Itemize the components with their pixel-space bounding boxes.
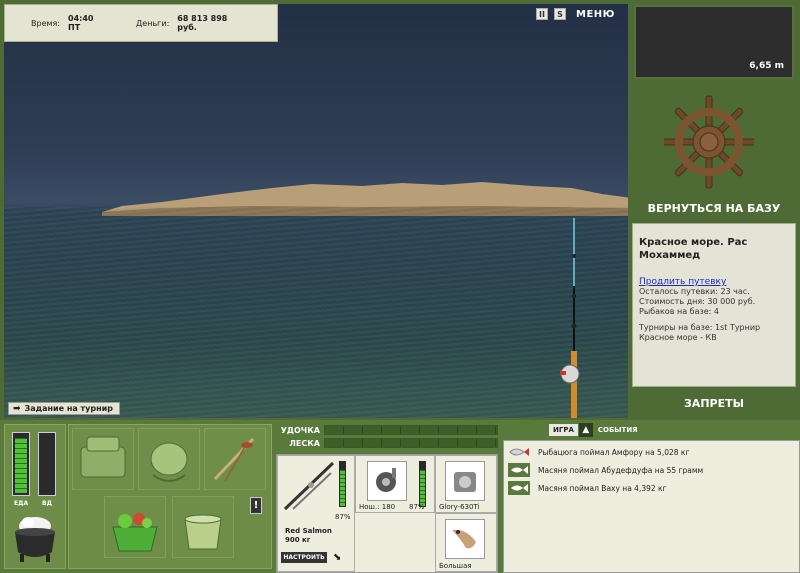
anglers-count: Рыбаков на базе: 4: [639, 307, 719, 316]
day-cost: Стоимость дня: 30 000 руб.: [639, 297, 756, 306]
fishing-rod: [560, 218, 580, 418]
top-controls: II S МЕНЮ: [536, 8, 615, 20]
menu-button[interactable]: МЕНЮ: [576, 9, 615, 20]
reel-icon: [376, 468, 396, 492]
lure-name: Glory-630Ti: [439, 503, 480, 511]
drink-meter: [38, 432, 56, 496]
money-label: Деньги:: [136, 18, 170, 28]
lure-thumbnail: [445, 461, 485, 501]
info-button[interactable]: !: [250, 497, 262, 514]
fishing-scene[interactable]: [4, 4, 628, 418]
status-bar: Время: 04:40 ПТ Деньги: 68 813 898 руб.: [4, 4, 278, 42]
sack-slot[interactable]: [138, 428, 200, 490]
event-text: Масяня поймал Ваху на 4,392 кг: [538, 483, 667, 493]
time-label: Время:: [31, 18, 61, 28]
food-label: ЕДА: [14, 500, 29, 507]
tab-game[interactable]: ИГРА: [549, 424, 578, 436]
pot-icon[interactable]: [10, 512, 60, 564]
money-value: 68 813 898 руб.: [177, 14, 228, 32]
reel-durability-gauge: [419, 461, 426, 507]
trip-remaining: Осталось путевки: 23 час.: [639, 287, 750, 296]
reel-capacity: Нош.: 180: [359, 503, 396, 511]
location-title: Красное море. Рас Мохаммед: [639, 237, 748, 261]
rod-name: Red Salmon: [285, 527, 332, 535]
tackle-panel: УДОЧКА ЛЕСКА 87% Red Salmon 900 кг НАСТР…: [276, 424, 498, 573]
tournament-line-1: Турниры на базе: 1st Турнир: [639, 323, 761, 332]
location-panel: Красное море. Рас Мохаммед Продлить путе…: [632, 223, 796, 387]
line-row: ЛЕСКА: [276, 437, 498, 449]
event-text: Масяня поймал Абудефдуфа на 55 грамм: [538, 465, 704, 475]
food-meter-fill: [15, 438, 27, 493]
rod-durability-gauge: [339, 461, 346, 507]
food-basket-slot[interactable]: [104, 496, 166, 558]
bucket-slot[interactable]: [172, 496, 234, 558]
sack-icon: [150, 442, 188, 482]
tackle-box: 87% Red Salmon 900 кг НАСТРОИТЬ ⬊ Нош.: …: [276, 454, 498, 573]
rod-tension-bar: [324, 425, 498, 435]
fish-icon: [508, 463, 530, 477]
rod-row: УДОЧКА: [276, 424, 498, 436]
bag-icon: [80, 436, 126, 478]
events-list: Рыбацюга поймал Амфору на 5,028 кг Масян…: [503, 440, 800, 573]
depth-display: 6,65 m: [634, 5, 794, 79]
events-panel: ИГРА ▲ СОБЫТИЯ Рыбацюга поймал Амфору на…: [503, 420, 800, 573]
rod-percent: 87%: [335, 513, 351, 521]
tournament-task-button[interactable]: ➡ Задание на турнир: [8, 402, 120, 415]
events-tabs: ИГРА ▲ СОБЫТИЯ: [549, 423, 638, 437]
bait-icon: [452, 529, 476, 549]
water: [4, 207, 628, 418]
line-tension-bar: [324, 438, 498, 448]
food-meter: [12, 432, 30, 496]
list-item: Масяня поймал Ваху на 4,392 кг: [508, 481, 667, 495]
rod-label: УДОЧКА: [280, 425, 320, 435]
rod-icon: [283, 461, 335, 511]
reel-percent: 87%: [409, 503, 425, 511]
pause-icon[interactable]: II: [536, 8, 548, 20]
depth-value: 6,65 m: [749, 61, 784, 71]
bait-name: Большая: [439, 562, 472, 570]
tools-slot[interactable]: [204, 428, 266, 490]
resize-icon[interactable]: ⬊: [333, 552, 341, 563]
return-to-base-button[interactable]: ВЕРНУТЬСЯ НА БАЗУ: [634, 202, 794, 215]
basket-icon: [112, 513, 158, 552]
sound-icon[interactable]: S: [554, 8, 566, 20]
tools-icon: [213, 437, 255, 482]
arrow-right-icon: ➡: [13, 403, 21, 414]
line-label: ЛЕСКА: [289, 438, 320, 448]
ship-wheel-icon[interactable]: [664, 94, 754, 190]
tournament-task-label: Задание на турнир: [24, 404, 113, 413]
drink-label: ВД: [42, 500, 52, 507]
reel-durability-fill: [420, 469, 425, 506]
rod-durability-fill: [340, 469, 345, 506]
bag-slot[interactable]: [72, 428, 134, 490]
rod-weight: 900 кг: [285, 536, 311, 544]
vitals-meters: ЕДА ВД: [10, 432, 60, 508]
event-text: Рыбацюга поймал Амфору на 5,028 кг: [538, 447, 690, 457]
fish-icon: [509, 448, 529, 456]
extend-trip-link[interactable]: Продлить путевку: [639, 277, 789, 287]
time-value: 04:40 ПТ: [68, 14, 94, 32]
fish-icon: [508, 481, 530, 495]
list-item: Масяня поймал Абудефдуфа на 55 грамм: [508, 463, 703, 477]
list-item: Рыбацюга поймал Амфору на 5,028 кг: [508, 445, 689, 459]
tournament-line-2: Красное море - КВ: [639, 333, 717, 342]
lure-icon: [454, 472, 476, 492]
bait-thumbnail: [445, 519, 485, 559]
tab-events[interactable]: СОБЫТИЯ: [594, 426, 638, 434]
bucket-icon: [184, 514, 222, 550]
reel-thumbnail: [367, 461, 407, 501]
bans-button[interactable]: ЗАПРЕТЫ: [634, 397, 794, 410]
setup-button[interactable]: НАСТРОИТЬ: [281, 552, 327, 563]
arrow-up-icon[interactable]: ▲: [578, 423, 593, 437]
